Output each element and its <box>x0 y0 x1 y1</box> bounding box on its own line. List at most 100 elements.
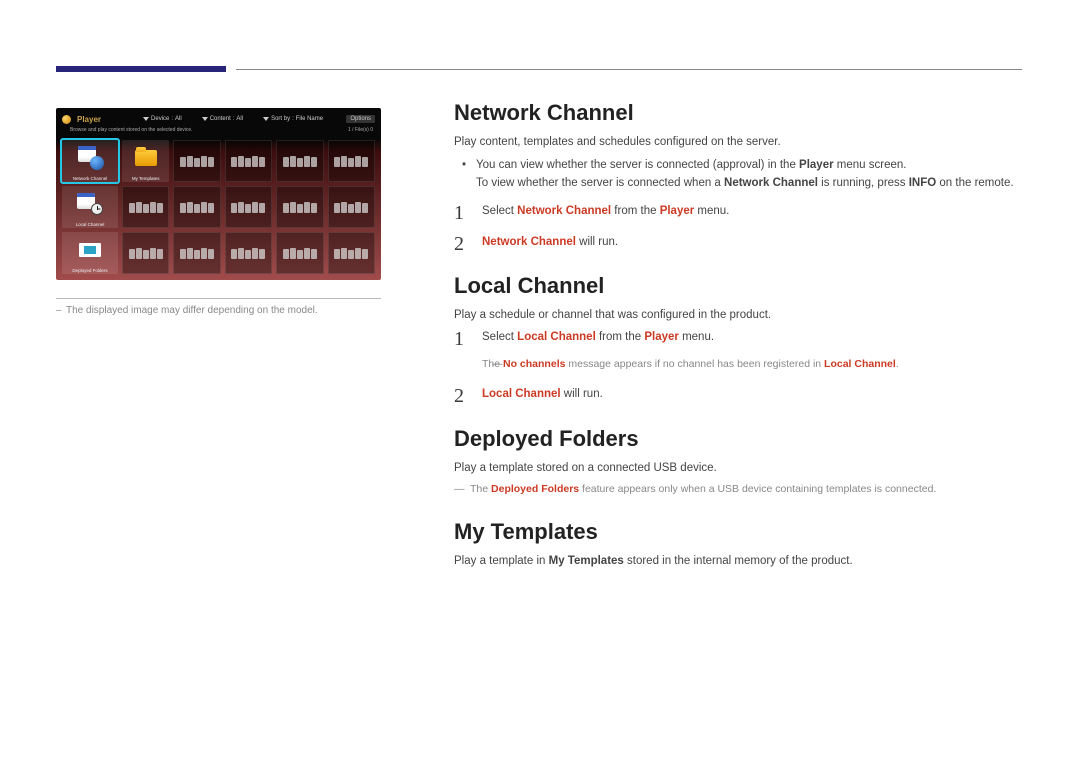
media-icon <box>231 155 265 167</box>
text: on the remote. <box>936 177 1013 189</box>
device-value: All <box>175 116 182 122</box>
step-item: Select Local Channel from the Player men… <box>454 329 1024 372</box>
media-icon <box>283 201 317 213</box>
dash-note: The Deployed Folders feature appears onl… <box>454 482 1024 498</box>
player-subtext: Browse and play content stored on the se… <box>56 126 381 135</box>
media-tile <box>173 140 220 182</box>
content-dropdown: Content:All <box>202 116 243 122</box>
text: Select <box>482 205 517 217</box>
panel-note-text: The displayed image may differ depending… <box>66 305 318 316</box>
text-red: Player <box>660 205 695 217</box>
tile-label: Local Channel <box>62 222 118 228</box>
text: menu screen. <box>834 159 907 171</box>
media-tile <box>328 232 375 274</box>
text: feature appears only when a USB device c… <box>579 483 936 495</box>
local-channel-tile: Local Channel <box>62 186 118 228</box>
tile-label: Network Channel <box>62 176 118 182</box>
sortby-value: File Name <box>296 116 323 122</box>
options-button: Options <box>346 115 375 123</box>
player-logo-icon <box>62 115 71 124</box>
media-tile <box>276 140 323 182</box>
text-red: No channels <box>503 358 565 370</box>
media-icon <box>129 247 163 259</box>
step-item: Local Channel will run. <box>454 386 1024 403</box>
text-red: Deployed Folders <box>491 483 579 495</box>
media-tile <box>225 140 272 182</box>
media-icon <box>129 201 163 213</box>
text: menu. <box>679 331 714 343</box>
text: The <box>470 483 491 495</box>
media-icon <box>180 155 214 167</box>
section-deployed-folders: Deployed Folders Play a template stored … <box>454 426 1024 498</box>
device-label: Device <box>151 116 169 122</box>
network-bullets: You can view whether the server is conne… <box>454 156 1024 193</box>
section-title: Deployed Folders <box>454 426 1024 452</box>
player-grid: Network Channel My Templates Local Chann… <box>62 140 375 274</box>
section-subtitle: Play content, templates and schedules co… <box>454 136 1024 148</box>
section-title: Network Channel <box>454 100 1024 126</box>
section-title: My Templates <box>454 519 1024 545</box>
panel-note: –The displayed image may differ dependin… <box>56 305 381 316</box>
text: menu. <box>694 205 729 217</box>
media-tile <box>225 186 272 228</box>
media-tile <box>173 232 220 274</box>
text: message appears if no channel has been r… <box>565 358 824 370</box>
text: . <box>896 358 899 370</box>
content-value: All <box>236 116 243 122</box>
player-subtext-left: Browse and play content stored on the se… <box>70 127 193 133</box>
media-tile <box>276 186 323 228</box>
media-tile <box>225 232 272 274</box>
text-bold: Player <box>799 159 834 171</box>
content-label: Content <box>210 116 231 122</box>
text: stored in the internal memory of the pro… <box>624 555 853 567</box>
sortby-dropdown: Sort by:File Name <box>263 116 323 122</box>
deployed-folders-tile: Deployed Folders <box>62 232 118 274</box>
media-icon <box>231 247 265 259</box>
chevron-down-icon <box>263 117 269 121</box>
local-steps: Select Local Channel from the Player men… <box>454 329 1024 403</box>
dash-note: The No channels message appears if no ch… <box>482 357 1024 373</box>
section-title: Local Channel <box>454 273 1024 299</box>
media-icon <box>180 247 214 259</box>
step-item: Select Network Channel from the Player m… <box>454 203 1024 220</box>
media-tile <box>328 140 375 182</box>
text: from the <box>611 205 660 217</box>
text-red: Network Channel <box>517 205 611 217</box>
media-icon <box>283 247 317 259</box>
sortby-label: Sort by <box>271 116 290 122</box>
text: To view whether the server is connected … <box>476 177 724 189</box>
right-column: Network Channel Play content, templates … <box>454 100 1024 589</box>
player-header: Player Device:All Content:All Sort by:Fi… <box>56 108 381 126</box>
media-icon <box>231 201 265 213</box>
panel-divider <box>56 298 381 299</box>
text-red: Local Channel <box>824 358 896 370</box>
section-my-templates: My Templates Play a template in My Templ… <box>454 519 1024 567</box>
media-tile <box>173 186 220 228</box>
text-bold: Network Channel <box>724 177 818 189</box>
left-column: Player Device:All Content:All Sort by:Fi… <box>56 108 381 316</box>
media-tile <box>276 232 323 274</box>
folder-icon <box>135 150 157 166</box>
my-templates-tile: My Templates <box>122 140 169 182</box>
section-subtitle: Play a template in My Templates stored i… <box>454 555 1024 567</box>
chevron-down-icon <box>143 117 149 121</box>
text: Play a template in <box>454 555 549 567</box>
network-channel-icon <box>76 146 104 170</box>
media-icon <box>334 201 368 213</box>
player-subtext-right: 1 / File(s) 0 <box>348 127 373 133</box>
text: from the <box>596 331 645 343</box>
player-title: Player <box>77 115 101 124</box>
tile-label: Deployed Folders <box>62 268 118 274</box>
text-red: Player <box>644 331 679 343</box>
accent-bar <box>56 66 226 72</box>
section-subtitle: Play a template stored on a connected US… <box>454 462 1024 474</box>
media-icon <box>334 155 368 167</box>
media-icon <box>334 247 368 259</box>
media-icon <box>283 155 317 167</box>
text-red: Local Channel <box>482 388 561 400</box>
top-divider <box>236 69 1022 70</box>
text: You can view whether the server is conne… <box>476 159 799 171</box>
text-bold: My Templates <box>549 555 624 567</box>
media-tile <box>122 232 169 274</box>
media-tile <box>122 186 169 228</box>
